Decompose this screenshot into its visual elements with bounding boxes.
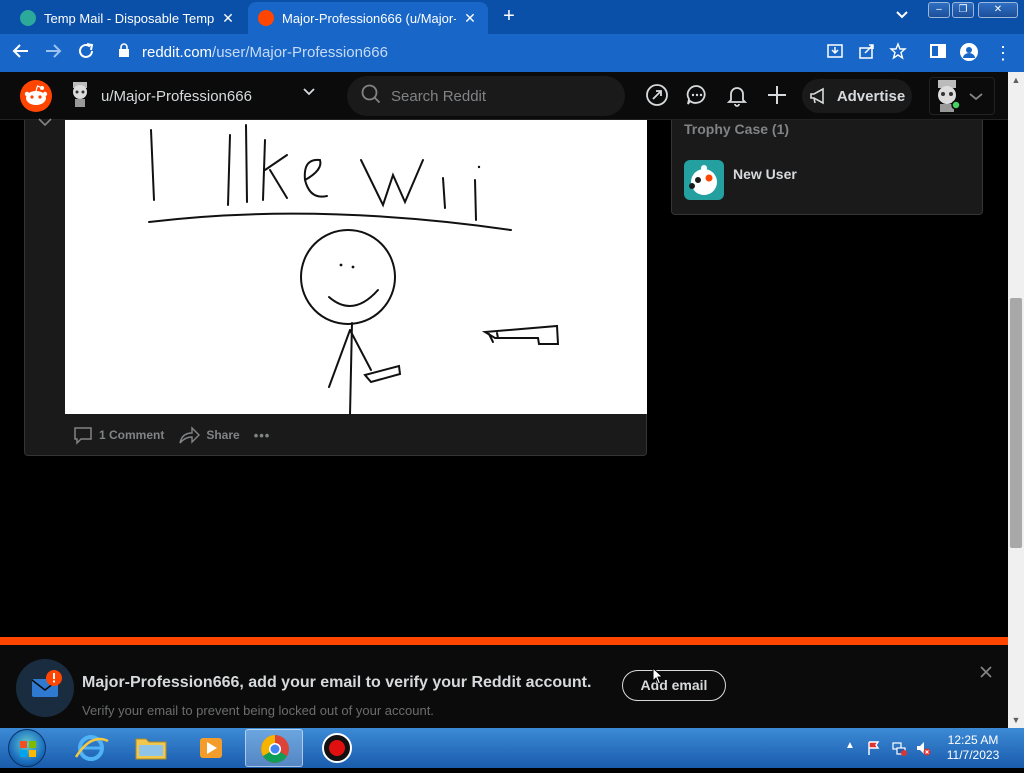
- new-user-trophy-icon: [684, 160, 724, 200]
- media-player-taskbar-button[interactable]: [182, 729, 240, 767]
- post-card: 1 Comment Share •••: [24, 118, 647, 456]
- advertise-button[interactable]: Advertise: [802, 79, 912, 113]
- side-panel-icon[interactable]: [927, 42, 949, 64]
- user-avatar: [938, 80, 983, 112]
- record-icon: [322, 733, 352, 763]
- page-scrollbar[interactable]: ▲ ▼: [1008, 72, 1024, 728]
- network-icon[interactable]: [891, 740, 907, 756]
- community-switcher-label[interactable]: u/Major-Profession666: [101, 88, 252, 105]
- recorder-taskbar-button[interactable]: [308, 729, 366, 767]
- envelope-alert-icon: [16, 659, 74, 717]
- advertise-label: Advertise: [836, 87, 906, 105]
- system-clock[interactable]: 12:25 AM 11/7/2023: [938, 733, 1008, 763]
- comments-button[interactable]: 1 Comment: [73, 425, 164, 445]
- tab-close-icon[interactable]: ✕: [220, 10, 236, 27]
- close-icon[interactable]: [979, 663, 993, 684]
- scroll-down-arrow-icon[interactable]: ▼: [1008, 712, 1024, 728]
- url-host: reddit.com: [142, 43, 213, 61]
- forward-arrow-icon[interactable]: [42, 42, 64, 64]
- mouse-cursor-icon: [652, 666, 664, 690]
- media-player-icon: [200, 738, 222, 758]
- browser-tab-strip: Temp Mail - Disposable Tempora ✕ Major-P…: [0, 0, 1024, 34]
- windows-taskbar: ▲ 12:25 AM 11/7/2023: [0, 728, 1024, 768]
- windows-logo-icon: [20, 741, 36, 757]
- search-icon: [361, 84, 381, 109]
- address-bar[interactable]: reddit.com/user/Major-Profession666: [108, 37, 918, 67]
- tab-close-icon[interactable]: ✕: [462, 10, 478, 27]
- trophy-case-title: Trophy Case (1): [684, 121, 790, 137]
- notifications-bell-icon[interactable]: [725, 83, 751, 109]
- tab-title: Major-Profession666 (u/Major-Pr: [282, 10, 456, 26]
- internet-explorer-taskbar-button[interactable]: [62, 729, 120, 767]
- reload-icon[interactable]: [75, 42, 97, 64]
- window-maximize-button[interactable]: ❐: [952, 2, 974, 18]
- chevron-down-icon[interactable]: [302, 84, 316, 100]
- browser-toolbar: reddit.com/user/Major-Profession666 ⋮: [0, 34, 1024, 72]
- share-arrow-icon: [179, 426, 201, 444]
- volume-muted-icon[interactable]: [915, 740, 931, 756]
- clock-date: 11/7/2023: [946, 748, 1000, 762]
- window-minimize-button[interactable]: –: [928, 2, 950, 18]
- chrome-icon: [261, 735, 289, 763]
- megaphone-icon: [810, 87, 824, 105]
- chat-icon[interactable]: [685, 83, 711, 109]
- share-label: Share: [206, 428, 240, 442]
- search-box[interactable]: [347, 76, 625, 116]
- browser-menu-icon[interactable]: ⋮: [992, 42, 1014, 64]
- tab-search-chevron-icon[interactable]: [896, 8, 908, 22]
- tab-temp-mail[interactable]: Temp Mail - Disposable Tempora ✕: [10, 2, 246, 34]
- post-actions: 1 Comment Share •••: [73, 423, 284, 447]
- chrome-taskbar-button[interactable]: [245, 729, 303, 767]
- search-input[interactable]: [391, 87, 611, 105]
- reddit-header: u/Major-Profession666 Advertise: [0, 72, 1008, 120]
- scrollbar-thumb[interactable]: [1010, 298, 1022, 548]
- comments-label: 1 Comment: [99, 428, 165, 442]
- user-menu-button[interactable]: [929, 77, 995, 115]
- reddit-favicon-icon: [258, 10, 274, 26]
- file-explorer-taskbar-button[interactable]: [122, 729, 180, 767]
- tab-title: Temp Mail - Disposable Tempora: [44, 10, 214, 26]
- popular-icon[interactable]: [645, 83, 671, 109]
- drawing-i-like-wii: [148, 124, 560, 416]
- more-options-button[interactable]: •••: [254, 428, 271, 443]
- add-email-button[interactable]: Add email: [622, 670, 726, 701]
- folder-icon: [135, 738, 167, 760]
- show-hidden-icons-icon[interactable]: ▲: [845, 740, 861, 756]
- tab-reddit-profile[interactable]: Major-Profession666 (u/Major-Pr ✕: [248, 2, 488, 34]
- post-image[interactable]: [65, 120, 647, 416]
- back-arrow-icon[interactable]: [10, 42, 32, 64]
- banner-subtitle: Verify your email to prevent being locke…: [82, 703, 434, 718]
- banner-title: Major-Profession666, add your email to v…: [82, 674, 592, 691]
- share-icon[interactable]: [856, 42, 878, 64]
- clock-time: 12:25 AM: [947, 733, 999, 747]
- bookmark-star-icon[interactable]: [887, 42, 909, 64]
- more-options-icon: •••: [253, 427, 271, 443]
- reddit-logo-icon[interactable]: [20, 80, 52, 112]
- comment-bubble-icon: [74, 427, 92, 445]
- url-path: /user/Major-Profession666: [212, 43, 388, 61]
- start-button[interactable]: [8, 729, 46, 767]
- share-button[interactable]: Share: [178, 425, 240, 445]
- temp-mail-favicon-icon: [20, 10, 36, 26]
- verify-email-banner: Major-Profession666, add your email to v…: [0, 637, 1008, 728]
- trophy-case-card: Trophy Case (1) New User: [671, 120, 983, 215]
- window-close-button[interactable]: ✕: [978, 2, 1018, 18]
- internet-explorer-icon: [74, 735, 109, 761]
- scroll-up-arrow-icon[interactable]: ▲: [1008, 72, 1024, 88]
- user-avatar-small[interactable]: [68, 80, 92, 108]
- collapse-chevron-icon[interactable]: [37, 114, 53, 130]
- install-app-icon[interactable]: [824, 42, 846, 64]
- create-post-plus-icon[interactable]: [765, 83, 791, 109]
- profile-icon[interactable]: [958, 42, 980, 64]
- lock-icon[interactable]: [118, 43, 132, 61]
- new-tab-button[interactable]: +: [498, 6, 520, 28]
- trophy-name: New User: [733, 166, 797, 182]
- action-center-flag-icon[interactable]: [866, 740, 882, 756]
